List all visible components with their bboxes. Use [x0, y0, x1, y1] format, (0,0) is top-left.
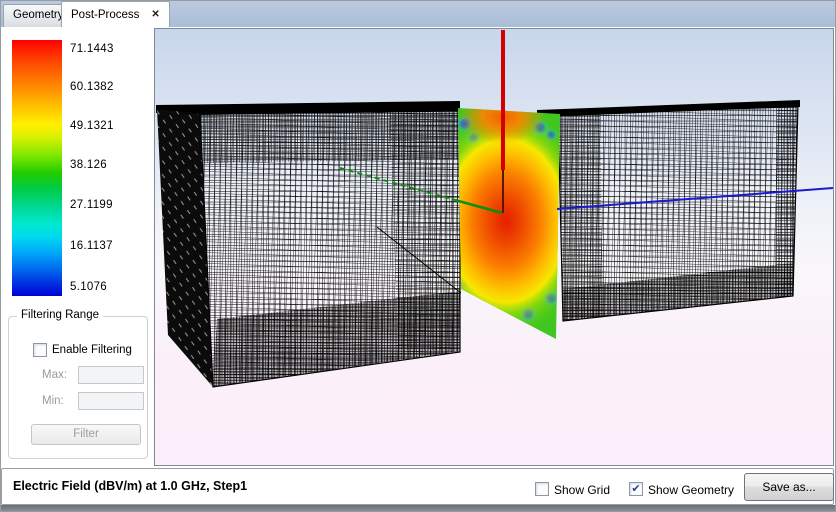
color-scale-tick: 38.126 — [70, 159, 150, 171]
max-label: Max: — [42, 369, 67, 381]
save-as-button[interactable]: Save as... — [744, 473, 834, 501]
results-side-panel: 71.1443 60.1382 49.1321 38.126 27.1199 1… — [0, 27, 154, 468]
status-bar: Electric Field (dBV/m) at 1.0 GHz, Step1… — [1, 468, 834, 505]
filter-button[interactable]: Filter — [31, 424, 141, 445]
left-mesh-box — [156, 101, 461, 387]
close-tab-icon[interactable]: ✕ — [151, 10, 159, 20]
3d-scene — [155, 29, 833, 465]
color-scale-tick: 71.1443 — [70, 43, 150, 55]
tab-post-process-label: Post-Process — [71, 9, 139, 21]
color-scale-tick: 27.1199 — [70, 199, 150, 211]
filtering-range-group: Filtering Range Enable Filtering Max: Mi… — [8, 316, 148, 459]
enable-filtering-checkbox[interactable] — [33, 343, 47, 357]
show-geometry-label: Show Geometry — [648, 483, 734, 497]
color-scale-bar — [12, 40, 62, 296]
enable-filtering-label: Enable Filtering — [52, 344, 132, 356]
color-scale-tick: 16.1137 — [70, 240, 150, 252]
tab-post-process[interactable]: Post-Process ✕ — [61, 1, 170, 27]
show-grid-label: Show Grid — [554, 483, 610, 497]
color-scale-tick: 60.1382 — [70, 81, 150, 93]
min-label: Min: — [42, 395, 64, 407]
max-input[interactable] — [78, 366, 144, 384]
window-bottom-edge — [0, 505, 836, 512]
show-geometry-checkbox[interactable]: ✔ — [629, 482, 643, 496]
right-mesh-box — [537, 100, 800, 321]
3d-viewport[interactable] — [154, 28, 834, 466]
color-scale-tick: 5.1076 — [70, 281, 150, 293]
color-scale-tick: 49.1321 — [70, 120, 150, 132]
tab-bar: Geometry Post-Process ✕ — [0, 0, 836, 27]
show-grid-checkbox[interactable] — [535, 482, 549, 496]
result-description: Electric Field (dBV/m) at 1.0 GHz, Step1 — [13, 479, 247, 493]
filtering-range-title: Filtering Range — [17, 309, 103, 321]
min-input[interactable] — [78, 392, 144, 410]
